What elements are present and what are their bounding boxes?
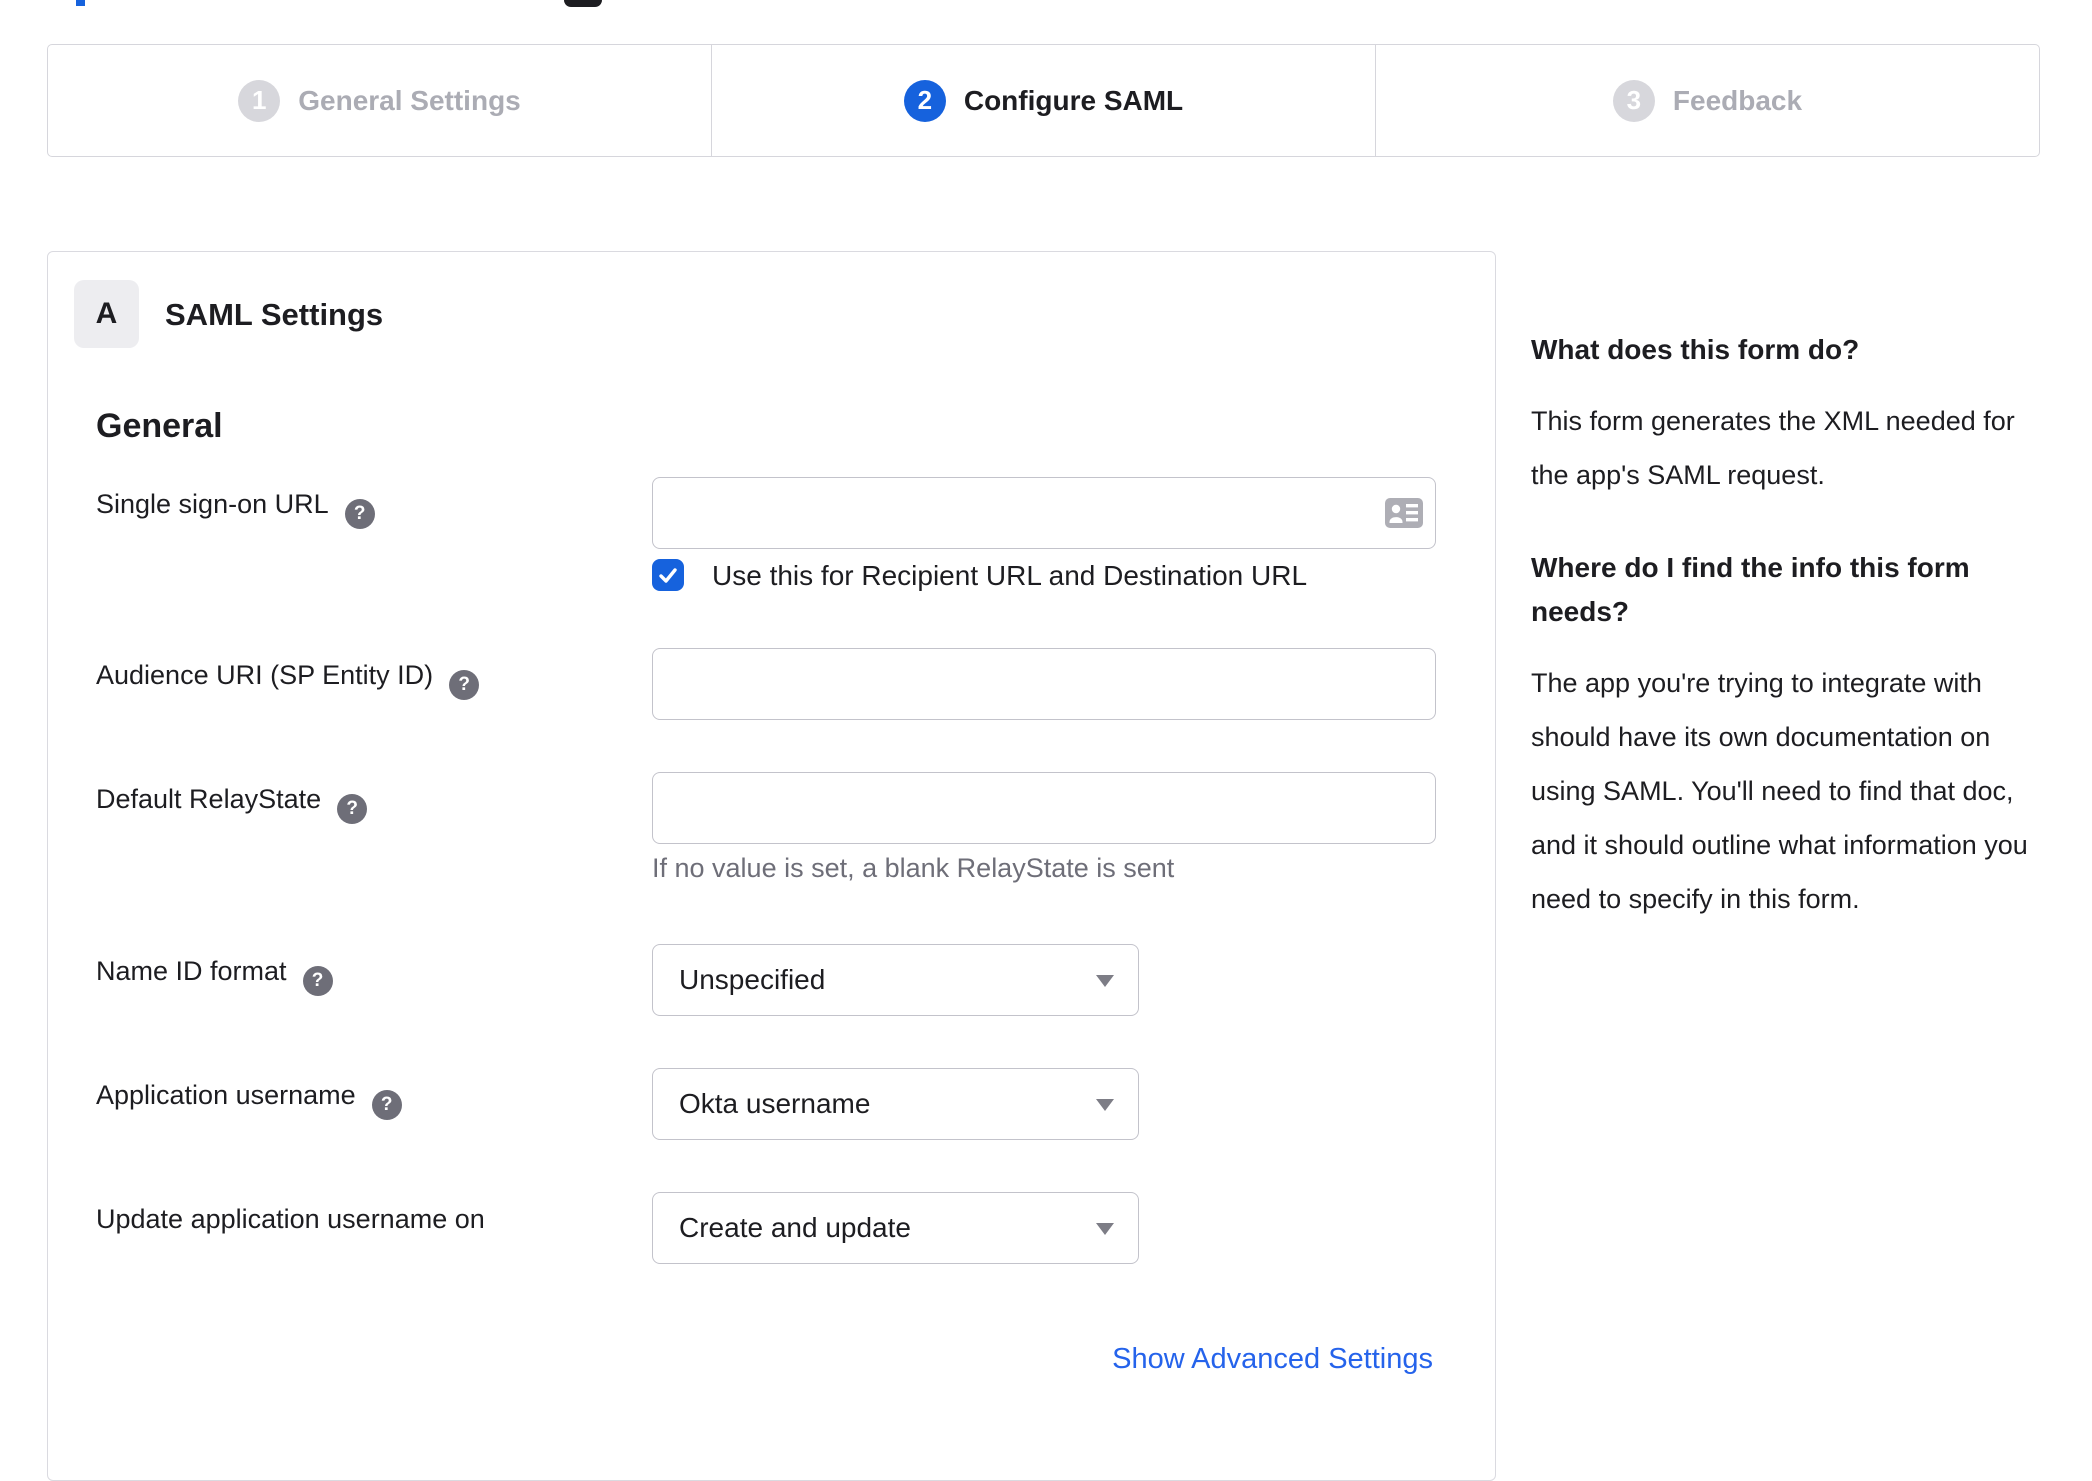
step-configure-saml[interactable]: 2 Configure SAML — [711, 45, 1375, 156]
single-sign-on-url-input[interactable] — [652, 477, 1436, 549]
default-relaystate-input[interactable] — [652, 772, 1436, 844]
check-icon — [659, 568, 677, 583]
section-a-badge: A — [74, 280, 139, 348]
help-sidebar: What does this form do? This form genera… — [1531, 328, 2049, 970]
use-for-recipient-checkbox[interactable] — [652, 559, 684, 591]
cutoff-logo-fragment — [76, 0, 85, 6]
sidebar-heading-what: What does this form do? — [1531, 334, 1860, 365]
saml-settings-panel: A SAML Settings General Single sign-on U… — [47, 251, 1496, 1481]
use-for-recipient-checkbox-label[interactable]: Use this for Recipient URL and Destinati… — [712, 560, 1307, 592]
step-label: Configure SAML — [963, 84, 1184, 116]
panel-title: SAML Settings — [165, 297, 384, 332]
application-username-value: Okta username — [679, 1088, 871, 1119]
name-id-format-label: Name ID format? — [96, 956, 333, 996]
show-advanced-settings-link[interactable]: Show Advanced Settings — [1112, 1343, 1433, 1376]
step-number-badge: 3 — [1612, 79, 1655, 122]
application-username-select[interactable]: Okta username — [652, 1068, 1139, 1140]
audience-uri-label: Audience URI (SP Entity ID)? — [96, 660, 480, 700]
chevron-down-icon — [1096, 1099, 1114, 1111]
update-username-on-value: Create and update — [679, 1212, 911, 1243]
sidebar-body-where: The app you're trying to integrate with … — [1531, 668, 2028, 914]
help-icon[interactable]: ? — [344, 499, 375, 529]
application-username-label: Application username? — [96, 1080, 402, 1120]
single-sign-on-url-label: Single sign-on URL? — [96, 489, 375, 529]
sidebar-body-what: This form generates the XML needed for t… — [1531, 406, 2015, 490]
audience-uri-input[interactable] — [652, 648, 1436, 720]
relaystate-helper-text: If no value is set, a blank RelayState i… — [652, 853, 1175, 883]
help-icon[interactable]: ? — [302, 966, 333, 996]
wizard-stepper: 1 General Settings 2 Configure SAML 3 Fe… — [47, 44, 2040, 157]
contact-card-icon — [1385, 498, 1423, 528]
help-icon[interactable]: ? — [449, 670, 480, 700]
chevron-down-icon — [1096, 975, 1114, 987]
help-icon[interactable]: ? — [371, 1090, 402, 1120]
step-label: General Settings — [298, 84, 521, 116]
sidebar-heading-where: Where do I find the info this form needs… — [1531, 552, 1970, 627]
step-number-badge: 2 — [903, 79, 946, 122]
step-general-settings[interactable]: 1 General Settings — [48, 45, 711, 156]
name-id-format-value: Unspecified — [679, 964, 826, 995]
help-icon[interactable]: ? — [337, 794, 368, 824]
cutoff-app-icon-fragment — [564, 0, 602, 7]
step-feedback[interactable]: 3 Feedback — [1375, 45, 2039, 156]
general-section-heading: General — [96, 407, 223, 445]
default-relaystate-label: Default RelayState? — [96, 784, 368, 824]
name-id-format-select[interactable]: Unspecified — [652, 944, 1139, 1016]
chevron-down-icon — [1096, 1223, 1114, 1235]
update-username-on-label: Update application username on — [96, 1204, 485, 1234]
update-username-on-select[interactable]: Create and update — [652, 1192, 1139, 1264]
step-number-badge: 1 — [238, 79, 281, 122]
step-label: Feedback — [1672, 84, 1803, 116]
